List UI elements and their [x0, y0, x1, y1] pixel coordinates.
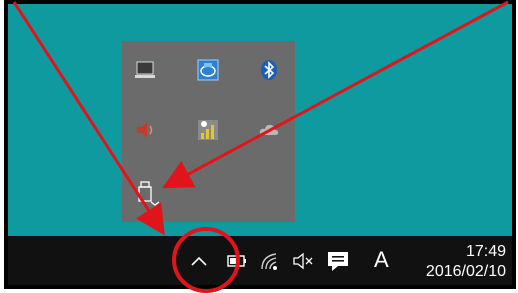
wifi-icon[interactable] [259, 250, 281, 272]
volume-muted-icon[interactable] [291, 250, 315, 272]
usb-device-icon[interactable] [134, 180, 160, 208]
network-signal-icon[interactable] [197, 119, 219, 141]
desktop: A 17:49 2016/02/10 [4, 0, 516, 289]
taskbar: A 17:49 2016/02/10 [8, 236, 512, 285]
intel-graphics-icon[interactable] [197, 59, 219, 81]
laptop-icon[interactable] [134, 59, 156, 81]
clock[interactable]: 17:49 2016/02/10 [426, 242, 506, 282]
bluetooth-icon[interactable] [258, 59, 280, 81]
speaker-icon[interactable] [134, 119, 156, 141]
battery-icon[interactable] [226, 252, 248, 270]
ime-indicator[interactable]: A [374, 247, 389, 273]
cloud-icon[interactable] [258, 119, 280, 141]
clock-time: 17:49 [465, 243, 506, 260]
clock-date: 2016/02/10 [425, 263, 506, 280]
chevron-up-icon[interactable] [188, 250, 210, 272]
action-center-icon[interactable] [326, 249, 350, 273]
tray-overflow-popup [122, 41, 295, 222]
